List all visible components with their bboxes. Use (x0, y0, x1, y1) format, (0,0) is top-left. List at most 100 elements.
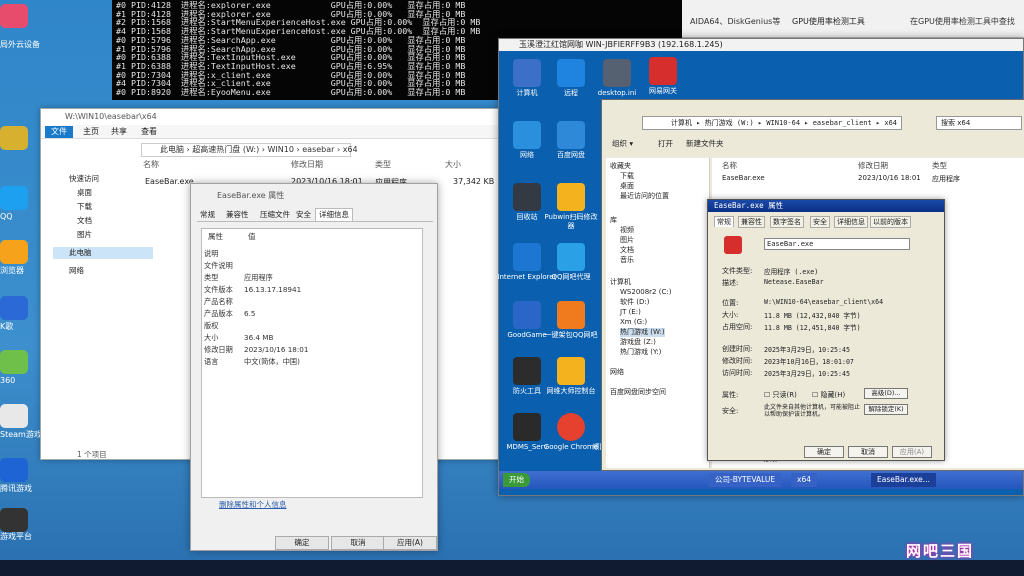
open-command[interactable]: 打开 (658, 138, 673, 149)
search-box-text[interactable]: 在GPU使用率检测工具中查找 (910, 16, 1015, 27)
tree-item[interactable]: 桌面 (620, 182, 634, 191)
desktop-icon-1[interactable] (0, 126, 28, 150)
cancel-button[interactable]: 取消 (848, 446, 888, 458)
desktop-icon-0[interactable] (0, 4, 28, 28)
nav-quick-access[interactable]: 快速访问 (53, 173, 99, 185)
tab-security[interactable]: 安全 (810, 216, 830, 228)
remote-icon-qq-cafe[interactable] (557, 243, 585, 271)
remote-icon-ie[interactable] (513, 243, 541, 271)
unblock-button[interactable]: 解除锁定(K) (864, 404, 908, 415)
properties-dialog-win10[interactable]: EaseBar.exe 属性 常规 兼容性 压缩文件 安全 详细信息 属性 值 … (190, 183, 438, 551)
column-date[interactable]: 修改日期 (291, 159, 323, 170)
tree-item-selected[interactable]: 热门游戏 (W:) (620, 328, 665, 337)
hidden-checkbox[interactable]: ☐ 隐藏(H) (812, 390, 845, 400)
breadcrumb-gpu-tool[interactable]: GPU使用率检测工具 (792, 16, 865, 27)
remote-icon-wangwei[interactable] (557, 357, 585, 385)
remote-icon-teamviewer[interactable] (557, 59, 585, 87)
tree-item[interactable]: WS2008r2 (C:) (620, 288, 671, 297)
taskbar-item-x64[interactable]: x64 (791, 473, 817, 487)
apply-button[interactable]: 应用(A) (383, 536, 437, 550)
readonly-checkbox[interactable]: ☐ 只读(R) (764, 390, 797, 400)
list-column-date[interactable]: 修改日期 (858, 160, 888, 171)
remote-file-row[interactable]: EaseBar.exe 2023/10/16 18:01 应用程序 (712, 174, 1012, 184)
nav-this-pc[interactable]: 此电脑 (53, 247, 153, 259)
tree-item[interactable]: 收藏夹 (610, 162, 631, 171)
tree-item[interactable]: 下载 (620, 172, 634, 181)
remote-icon-netease[interactable] (649, 57, 677, 85)
tree-item[interactable]: JT (E:) (620, 308, 641, 317)
tab-share[interactable]: 共享 (105, 126, 133, 138)
desktop-icon-7[interactable] (0, 458, 28, 482)
remote-icon-network[interactable] (513, 121, 541, 149)
desktop-icon-5[interactable] (0, 350, 28, 374)
tree-item[interactable]: 游戏盘 (Z:) (620, 338, 656, 347)
taskbar-item-easebar[interactable]: EaseBar.exe... (871, 473, 936, 487)
tree-item[interactable]: 网络 (610, 368, 624, 377)
column-type[interactable]: 类型 (375, 159, 391, 170)
tab-signatures[interactable]: 数字签名 (770, 216, 804, 228)
address-segment[interactable]: WIN10 (268, 145, 294, 154)
ok-button[interactable]: 确定 (275, 536, 329, 550)
tab-archive[interactable]: 压缩文件 (257, 209, 293, 221)
nav-desktop[interactable]: 桌面 (53, 187, 92, 199)
breadcrumb-aida[interactable]: AIDA64、DiskGenius等 (690, 16, 780, 27)
tab-general[interactable]: 常规 (197, 209, 218, 221)
desktop-icon-3[interactable] (0, 240, 28, 264)
tab-details[interactable]: 详细信息 (315, 208, 353, 221)
desktop-icon-4[interactable] (0, 296, 28, 320)
tree-item[interactable]: 计算机 (610, 278, 631, 287)
remote-icon-baidu[interactable] (557, 121, 585, 149)
new-folder-command[interactable]: 新建文件夹 (686, 138, 724, 149)
remote-search-input[interactable]: 搜索 x64 (936, 116, 1022, 130)
address-segment[interactable]: x64 (343, 145, 358, 154)
tree-item[interactable]: 音乐 (620, 256, 634, 265)
list-column-type[interactable]: 类型 (932, 160, 947, 171)
tab-compatibility[interactable]: 兼容性 (223, 209, 252, 221)
header-value[interactable]: 值 (248, 231, 256, 242)
desktop-icon-2[interactable] (0, 186, 28, 210)
cancel-button[interactable]: 取消 (331, 536, 385, 550)
nav-downloads[interactable]: 下载 (53, 201, 92, 213)
address-segment[interactable]: 此电脑 (160, 145, 184, 154)
remote-icon-goodgame[interactable] (513, 301, 541, 329)
tree-item[interactable]: 最近访问的位置 (620, 192, 669, 201)
remote-icon-desktop-ini[interactable] (603, 59, 631, 87)
tree-item[interactable]: 库 (610, 216, 617, 225)
remote-icon-chrome[interactable] (557, 413, 585, 441)
column-size[interactable]: 大小 (445, 159, 461, 170)
organize-menu[interactable]: 组织 ▾ (612, 138, 633, 149)
tab-view[interactable]: 查看 (135, 126, 163, 138)
taskbar-item-chrome[interactable]: 公司-BYTEVALUE (709, 473, 782, 487)
remote-icon-firewall[interactable] (513, 357, 541, 385)
advanced-button[interactable]: 高级(D)... (864, 388, 908, 399)
list-column-name[interactable]: 名称 (722, 160, 737, 171)
nav-documents[interactable]: 文档 (53, 215, 92, 227)
start-button[interactable]: 开始 (503, 473, 530, 487)
tab-general[interactable]: 常规 (714, 216, 734, 227)
filename-field[interactable]: EaseBar.exe (764, 238, 910, 250)
remote-icon-pubwin[interactable] (557, 183, 585, 211)
column-name[interactable]: 名称 (143, 159, 159, 170)
remove-properties-link[interactable]: 删除属性和个人信息 (219, 499, 287, 510)
address-segment[interactable]: easebar (302, 145, 334, 154)
tree-item[interactable]: 视频 (620, 226, 634, 235)
remote-address-bar[interactable]: 计算机 ▸ 热门游戏 (W:) ▸ WIN10-64 ▸ easebar_cli… (642, 116, 902, 130)
apply-button[interactable]: 应用(A) (892, 446, 932, 458)
tree-item[interactable]: 热门游戏 (Y:) (620, 348, 661, 357)
nav-network[interactable]: 网络 (53, 265, 84, 277)
tab-compatibility[interactable]: 兼容性 (738, 216, 765, 228)
remote-icon-mdms[interactable] (513, 413, 541, 441)
remote-icon-computer[interactable] (513, 59, 541, 87)
tab-details[interactable]: 详细信息 (834, 216, 868, 228)
desktop-icon-8[interactable] (0, 508, 28, 532)
tree-item[interactable]: Xm (G:) (620, 318, 647, 327)
remote-icon-cafe[interactable] (557, 301, 585, 329)
tree-item[interactable]: 图片 (620, 236, 634, 245)
tree-item[interactable]: 百度网盘同步空间 (610, 388, 666, 397)
tab-security[interactable]: 安全 (293, 209, 314, 221)
address-segment[interactable]: 超高速热门盘 (W:) (192, 145, 259, 154)
tab-file[interactable]: 文件 (45, 126, 73, 138)
tree-item[interactable]: 软件 (D:) (620, 298, 649, 307)
ok-button[interactable]: 确定 (804, 446, 844, 458)
nav-pictures[interactable]: 图片 (53, 229, 92, 241)
